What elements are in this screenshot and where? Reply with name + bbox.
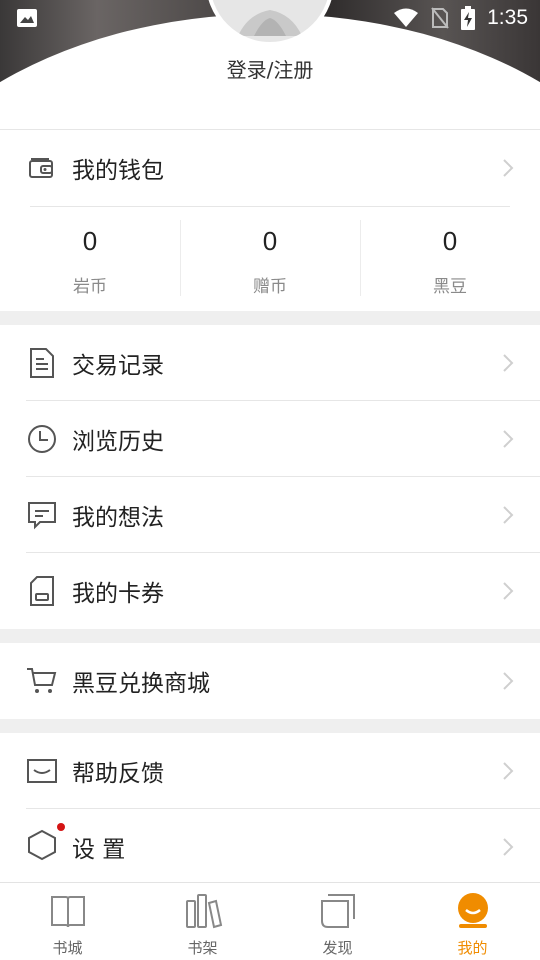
status-time: 1:35	[487, 6, 528, 29]
help-feedback-row[interactable]: 帮助反馈	[0, 733, 540, 809]
wallet-stats: 0 岩币 0 赠币 0 黑豆	[0, 208, 540, 310]
my-coupons-row[interactable]: 我的卡券	[0, 553, 540, 629]
shopping-cart-icon	[27, 668, 57, 693]
my-coupons-label: 我的卡券	[72, 581, 164, 607]
browsing-history-row[interactable]: 浏览历史	[0, 401, 540, 477]
settings-row[interactable]: 设 置	[0, 809, 540, 885]
nav-discover[interactable]: 发现	[270, 883, 405, 960]
open-book-icon	[50, 896, 85, 928]
hexagon-settings-icon	[28, 829, 56, 861]
envelope-icon	[27, 759, 57, 783]
stat-yanbi-label: 岩币	[73, 277, 107, 297]
profile-icon	[457, 893, 488, 928]
stat-black-beans-label: 黑豆	[433, 277, 467, 297]
section-gap	[0, 311, 540, 325]
bookshelf-icon	[185, 894, 222, 929]
section-gap	[0, 719, 540, 733]
nav-bookshelf-label: 书架	[187, 939, 218, 957]
nav-mine[interactable]: 我的	[405, 883, 540, 960]
chevron-right-icon	[503, 838, 514, 856]
nav-bookshelf[interactable]: 书架	[135, 883, 270, 960]
discover-icon	[320, 894, 355, 928]
image-notification-icon	[17, 9, 37, 27]
my-thoughts-row[interactable]: 我的想法	[0, 477, 540, 553]
chevron-right-icon	[503, 354, 514, 372]
stat-gift-coins-label: 赠币	[253, 277, 287, 297]
nav-bookstore-label: 书城	[52, 939, 83, 957]
no-sim-icon	[431, 7, 449, 29]
transactions-row[interactable]: 交易记录	[0, 325, 540, 401]
chevron-right-icon	[503, 672, 514, 690]
chevron-right-icon	[503, 159, 514, 177]
login-register-link[interactable]: 登录/注册	[0, 54, 540, 83]
section-gap	[0, 629, 540, 643]
default-avatar-icon	[238, 10, 302, 36]
chevron-right-icon	[503, 762, 514, 780]
transactions-label: 交易记录	[72, 353, 164, 379]
chevron-right-icon	[503, 430, 514, 448]
stat-yanbi[interactable]: 0 岩币	[0, 208, 180, 310]
divider	[30, 206, 510, 207]
settings-label: 设 置	[72, 837, 126, 863]
chevron-right-icon	[503, 506, 514, 524]
my-thoughts-label: 我的想法	[72, 505, 164, 531]
browsing-history-label: 浏览历史	[72, 429, 164, 455]
wallet-icon	[29, 158, 53, 178]
help-feedback-label: 帮助反馈	[72, 761, 164, 787]
my-wallet-row[interactable]: 我的钱包	[0, 130, 540, 206]
stat-gift-coins[interactable]: 0 赠币	[180, 208, 360, 310]
clock-icon	[28, 425, 56, 453]
stat-yanbi-value: 0	[82, 226, 98, 256]
receipt-icon	[30, 348, 54, 378]
exchange-store-label: 黑豆兑换商城	[72, 671, 210, 697]
nav-mine-label: 我的	[457, 939, 488, 957]
stat-black-beans[interactable]: 0 黑豆	[360, 208, 540, 310]
coupon-card-icon	[30, 576, 54, 606]
my-wallet-label: 我的钱包	[72, 158, 164, 184]
battery-charging-icon	[461, 6, 476, 30]
profile-header: 1:35 登录/注册	[0, 0, 540, 130]
notification-dot	[57, 823, 65, 831]
exchange-store-row[interactable]: 黑豆兑换商城	[0, 643, 540, 719]
bottom-navigation: 书城 书架 发现 我的	[0, 882, 540, 960]
stat-black-beans-value: 0	[442, 226, 458, 256]
nav-bookstore[interactable]: 书城	[0, 883, 135, 960]
chevron-right-icon	[503, 582, 514, 600]
comment-icon	[28, 502, 56, 530]
stat-gift-coins-value: 0	[262, 226, 278, 256]
nav-discover-label: 发现	[322, 939, 353, 957]
wifi-icon	[394, 8, 419, 27]
